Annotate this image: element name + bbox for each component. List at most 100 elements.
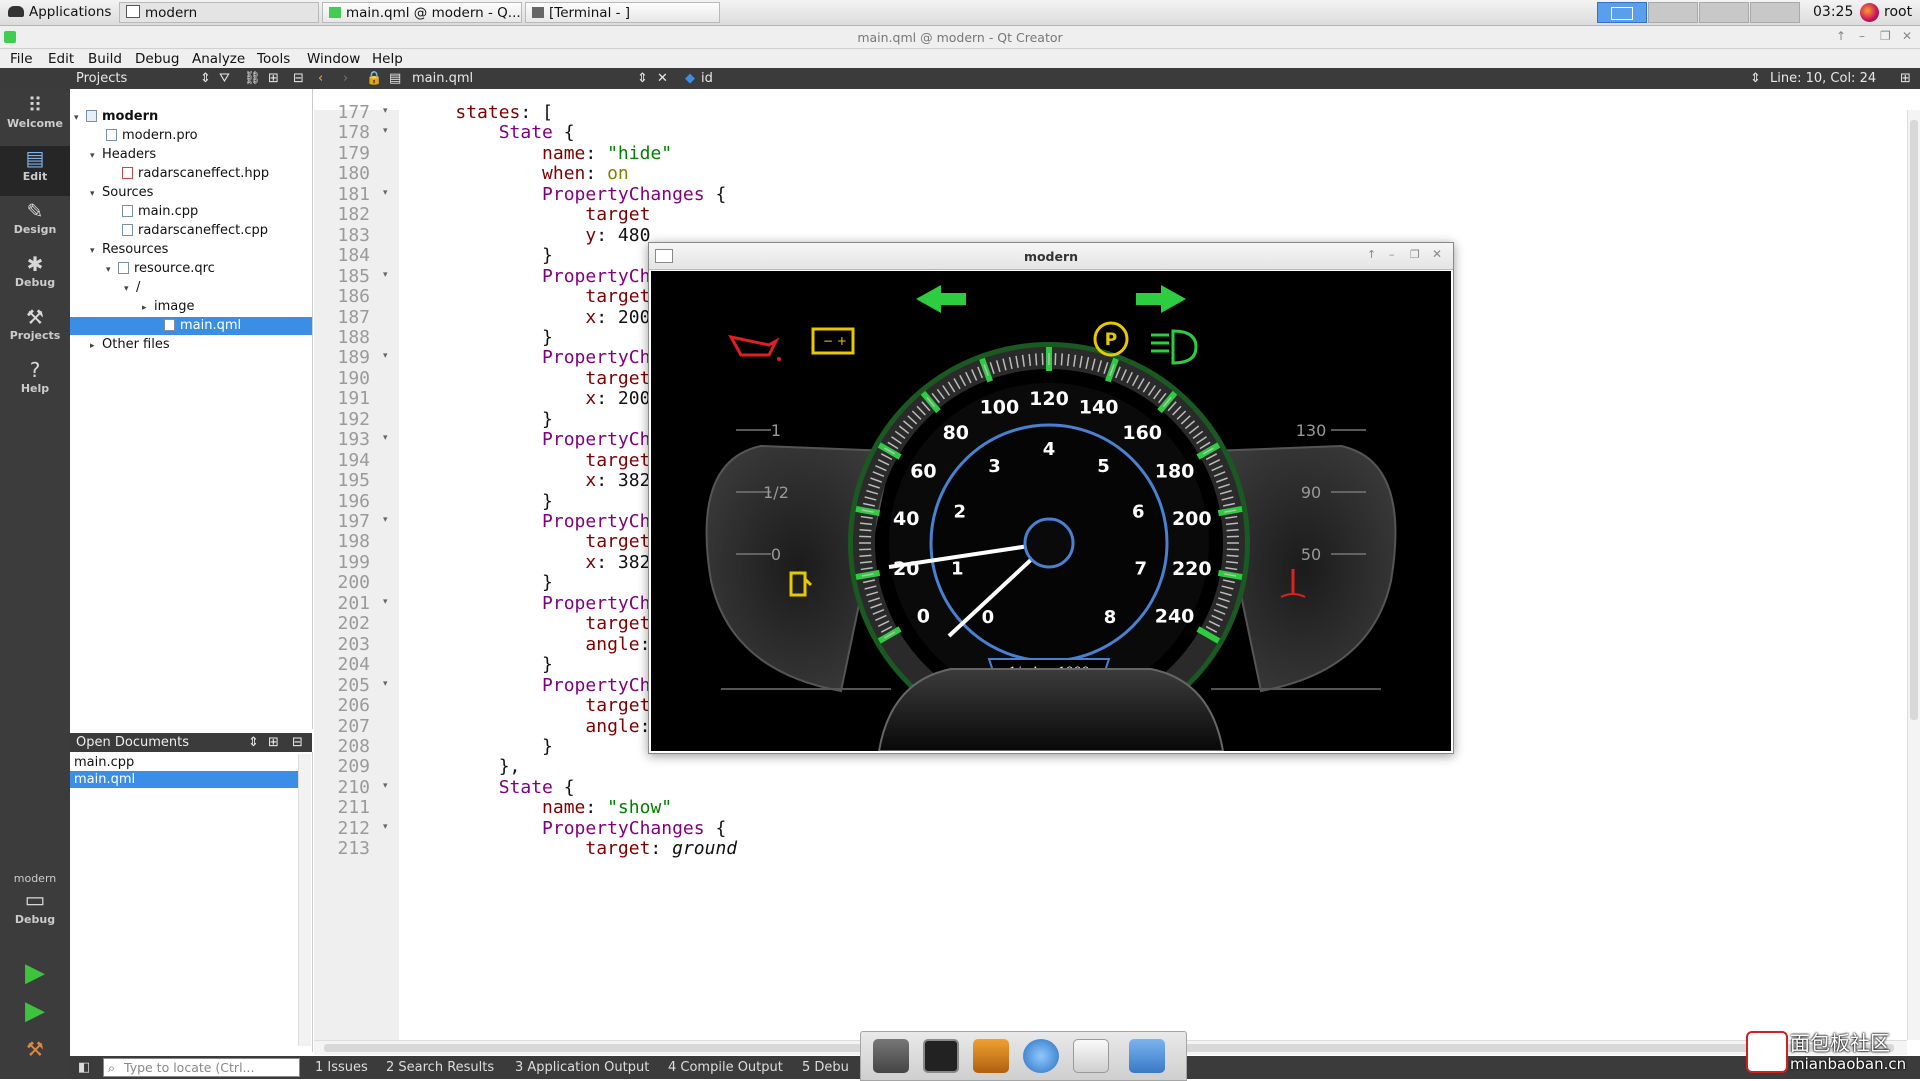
split-icon[interactable]: ⊞ xyxy=(268,735,279,750)
open-document-main-cpp[interactable]: main.cpp xyxy=(70,754,300,771)
search-dock-icon[interactable] xyxy=(1073,1039,1109,1073)
code-line[interactable]: x: 200 xyxy=(412,388,650,409)
menu-build[interactable]: Build xyxy=(88,51,122,67)
tree-item-resource-qrc[interactable]: ▾resource.qrc xyxy=(106,260,215,278)
user-avatar[interactable] xyxy=(1860,3,1879,22)
web-browser-dock-icon[interactable] xyxy=(1023,1039,1059,1073)
code-line[interactable]: PropertyChanges { xyxy=(412,184,726,205)
sort-arrows-icon[interactable]: ⇕ xyxy=(248,735,259,750)
link-icon[interactable]: ⛓ xyxy=(244,71,261,86)
filter-icon[interactable]: ⛛ xyxy=(219,71,230,86)
tab-search-results[interactable]: 2 Search Results xyxy=(386,1060,494,1075)
code-line[interactable]: } xyxy=(412,736,553,757)
sort-arrows-icon[interactable]: ⇕ xyxy=(200,71,211,86)
back-icon[interactable]: ‹ xyxy=(318,71,323,86)
scrollbar-thumb[interactable] xyxy=(1910,120,1918,720)
workspace-4[interactable] xyxy=(1750,2,1800,23)
fold-marker-icon[interactable]: ▾ xyxy=(383,126,388,136)
tree-item-main-qml[interactable]: main.qml xyxy=(70,317,312,335)
code-line[interactable]: PropertyCh xyxy=(412,266,650,287)
tree-item-root-prefix[interactable]: ▾/ xyxy=(124,279,140,297)
terminal-dock-icon[interactable] xyxy=(923,1039,959,1073)
menu-debug[interactable]: Debug xyxy=(135,51,179,67)
code-line[interactable]: target: ground xyxy=(412,838,737,859)
app-window-modern[interactable]: modern ↑ – ❐ ✕ 02040608010012014 xyxy=(648,242,1454,754)
taskbar-task-modern[interactable]: modern xyxy=(119,2,319,23)
projects-view-selector[interactable]: Projects xyxy=(76,71,127,86)
tab-application-output[interactable]: 3 Application Output xyxy=(515,1060,649,1075)
menu-window[interactable]: Window xyxy=(307,51,360,67)
menu-analyze[interactable]: Analyze xyxy=(192,51,245,67)
app-window-titlebar[interactable]: modern ↑ – ❐ ✕ xyxy=(649,243,1453,270)
code-line[interactable]: target xyxy=(412,286,650,307)
locator-input[interactable]: ⌕ Type to locate (Ctrl... xyxy=(103,1058,300,1077)
tree-item-sources[interactable]: ▾Sources xyxy=(90,184,153,202)
open-documents-title[interactable]: Open Documents xyxy=(76,735,189,750)
scrollbar[interactable] xyxy=(298,754,311,1046)
code-line[interactable]: x: 382 xyxy=(412,552,650,573)
minimize-icon[interactable]: – xyxy=(1389,248,1395,261)
code-line[interactable]: target xyxy=(412,531,650,552)
code-line[interactable]: PropertyChanges { xyxy=(412,818,726,839)
build-button[interactable]: ⚒ xyxy=(0,1037,70,1073)
editor-vertical-scrollbar[interactable] xyxy=(1907,110,1920,1040)
code-line[interactable]: target xyxy=(412,613,650,634)
tree-item-image[interactable]: ▸image xyxy=(142,298,195,316)
fold-marker-icon[interactable]: ▾ xyxy=(383,822,388,832)
clock[interactable]: 03:25 xyxy=(1813,4,1853,20)
file-manager-dock-icon[interactable] xyxy=(973,1039,1009,1073)
fold-marker-icon[interactable]: ▾ xyxy=(383,679,388,689)
tree-item-radarscaneffect-hpp[interactable]: radarscaneffect.hpp xyxy=(122,165,269,183)
code-line[interactable]: State { xyxy=(412,122,575,143)
workspace-2[interactable] xyxy=(1648,2,1698,23)
symbol-selector[interactable]: id xyxy=(701,71,713,86)
split-icon[interactable]: ⊞ xyxy=(268,71,279,86)
close-icon[interactable]: ✕ xyxy=(1432,247,1442,261)
maximize-icon[interactable]: ❐ xyxy=(1410,248,1420,261)
lock-icon[interactable]: 🔒 xyxy=(366,71,382,86)
code-line[interactable]: name: "hide" xyxy=(412,143,672,164)
mode-welcome[interactable]: ⠿Welcome xyxy=(0,93,70,143)
debug-run-button[interactable]: ▶ xyxy=(0,999,70,1035)
shade-icon[interactable]: ↑ xyxy=(1367,248,1376,261)
folder-dock-icon[interactable] xyxy=(1129,1039,1165,1073)
fold-marker-icon[interactable]: ▾ xyxy=(383,188,388,198)
workspace-3[interactable] xyxy=(1699,2,1749,23)
open-document-main-qml[interactable]: main.qml xyxy=(70,771,300,788)
code-line[interactable]: x: 382 xyxy=(412,470,650,491)
fold-marker-icon[interactable]: ▾ xyxy=(383,351,388,361)
code-line[interactable]: } xyxy=(412,654,553,675)
code-line[interactable]: target xyxy=(412,450,650,471)
mode-design[interactable]: ✎Design xyxy=(0,199,70,249)
code-line[interactable]: PropertyCh xyxy=(412,593,650,614)
workspace-1[interactable] xyxy=(1597,2,1647,23)
tree-item-main-cpp[interactable]: main.cpp xyxy=(122,203,198,221)
close-icon[interactable]: ✕ xyxy=(1902,29,1912,43)
code-line[interactable]: PropertyCh xyxy=(412,347,650,368)
mode-help[interactable]: ?Help xyxy=(0,358,70,408)
symbol-arrows-icon[interactable]: ⇕ xyxy=(1750,71,1761,86)
code-line[interactable]: x: 200 xyxy=(412,307,650,328)
code-line[interactable]: } xyxy=(412,409,553,430)
code-line[interactable]: PropertyCh xyxy=(412,511,650,532)
code-line[interactable]: }, xyxy=(412,756,520,777)
mode-edit[interactable]: ▤Edit xyxy=(0,146,70,196)
tab-debugger-console[interactable]: 5 Debu xyxy=(802,1060,849,1075)
close-pane-icon[interactable]: ⊟ xyxy=(292,735,303,750)
current-file-tab[interactable]: main.qml xyxy=(412,71,473,86)
fold-marker-icon[interactable]: ▾ xyxy=(383,270,388,280)
shade-icon[interactable]: ↑ xyxy=(1836,29,1846,43)
maximize-icon[interactable]: ❐ xyxy=(1880,29,1891,43)
code-line[interactable]: y: 480 xyxy=(412,225,650,246)
run-button[interactable]: ▶ xyxy=(0,961,70,997)
kit-selector[interactable]: modern ▭ Debug xyxy=(0,872,70,952)
code-line[interactable]: target xyxy=(412,368,650,389)
tab-issues[interactable]: 1 Issues xyxy=(315,1060,368,1075)
code-line[interactable]: } xyxy=(412,572,553,593)
menu-file[interactable]: File xyxy=(10,51,33,67)
user-name[interactable]: root xyxy=(1884,4,1912,20)
tree-item-modern-pro[interactable]: modern.pro xyxy=(106,127,198,145)
code-line[interactable]: when: on xyxy=(412,163,629,184)
fold-marker-icon[interactable]: ▾ xyxy=(383,433,388,443)
minimize-icon[interactable]: – xyxy=(1859,29,1865,43)
